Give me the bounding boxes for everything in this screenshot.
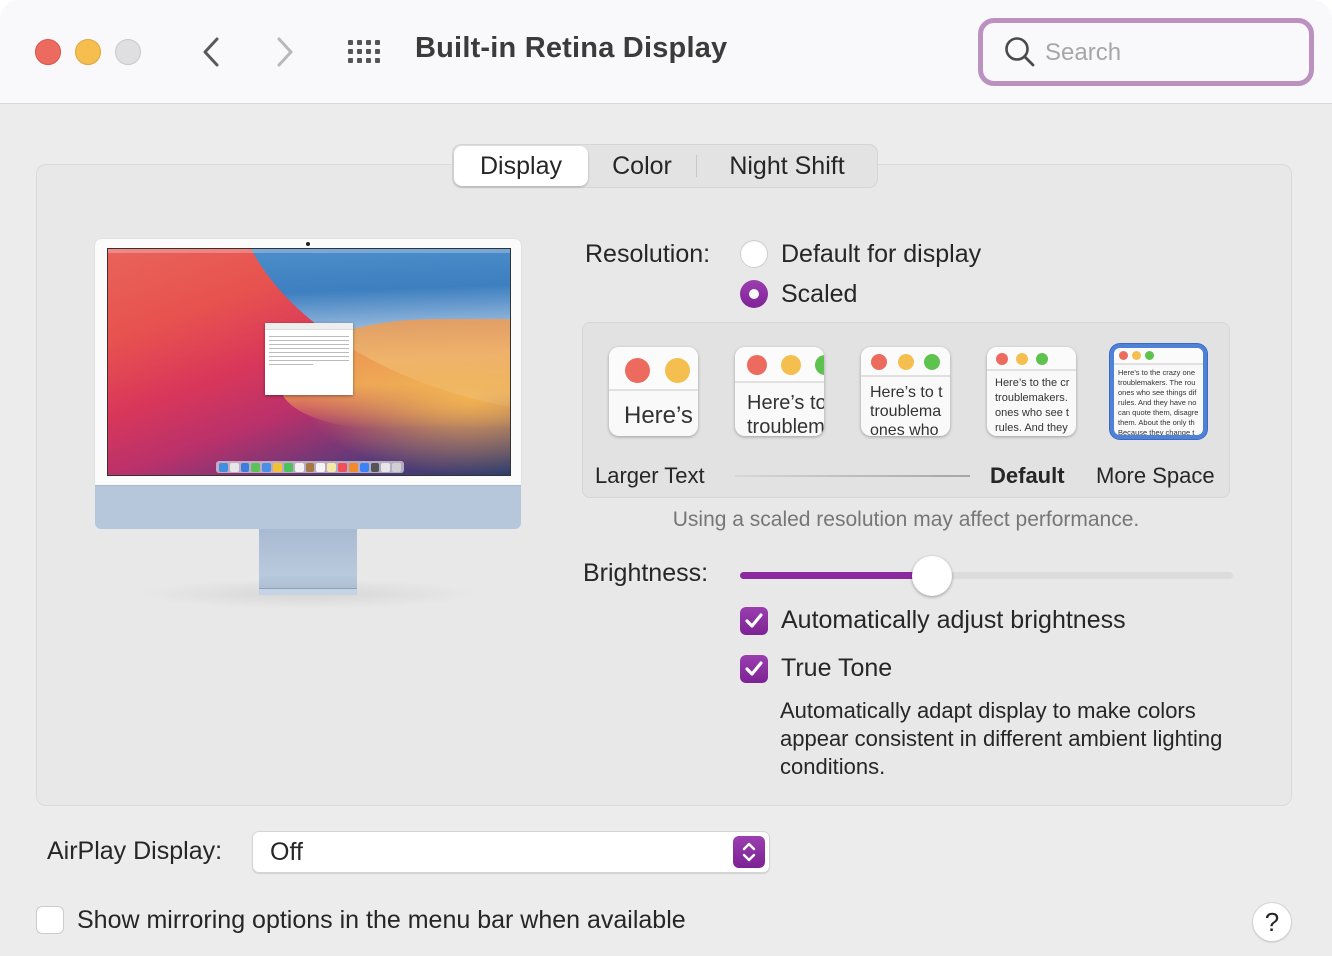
close-window-button[interactable] — [35, 39, 61, 65]
dock-app-icon — [338, 462, 347, 472]
imac-illustration — [95, 239, 521, 609]
zoom-window-button[interactable] — [115, 39, 141, 65]
search-input[interactable] — [1045, 36, 1295, 70]
airplay-display-popup[interactable]: Off — [252, 831, 770, 873]
dock-app-icon — [381, 462, 391, 472]
radio-scaled-label[interactable]: Scaled — [781, 280, 857, 309]
scale-preview-5-selected[interactable]: Here’s to the crazy one troublemakers. T… — [1110, 344, 1207, 439]
camera-dot — [306, 242, 310, 246]
mirroring-options-checkbox[interactable] — [36, 906, 64, 934]
tab-display[interactable]: Display — [454, 146, 588, 186]
mini-menu-bar — [108, 249, 510, 253]
dock-app-icon — [370, 462, 380, 472]
help-button[interactable]: ? — [1252, 902, 1292, 942]
scale-preview-2[interactable]: Here’s to troublem — [735, 347, 824, 436]
imac-screen-wallpaper — [107, 248, 511, 476]
dock-app-icon — [359, 462, 369, 472]
larger-text-label: Larger Text — [595, 463, 705, 488]
search-field[interactable] — [978, 18, 1314, 86]
scaled-resolution-note: Using a scaled resolution may affect per… — [672, 508, 1140, 531]
checkmark-icon — [745, 661, 763, 676]
airplay-display-value: Off — [270, 838, 303, 866]
tab-color[interactable]: Color — [588, 146, 696, 186]
radio-default-for-display-label[interactable]: Default for display — [781, 240, 981, 269]
back-button[interactable] — [196, 32, 226, 72]
show-all-button[interactable] — [346, 38, 386, 66]
scale-divider-line — [735, 475, 970, 477]
auto-brightness-label[interactable]: Automatically adjust brightness — [781, 606, 1126, 635]
dock-app-icon — [327, 462, 337, 472]
resolution-label: Resolution: — [585, 240, 711, 268]
dock-app-icon — [392, 462, 402, 472]
minimize-window-button[interactable] — [75, 39, 101, 65]
popup-arrows-icon — [733, 836, 765, 868]
title-bar: Built-in Retina Display — [0, 0, 1332, 104]
preview-text: Here’s to the cr troublemakers. ones who… — [995, 377, 1070, 434]
mini-document-window — [265, 323, 353, 395]
scale-preview-4[interactable]: Here’s to the cr troublemakers. ones who… — [987, 347, 1076, 436]
preview-text: Here’s — [624, 402, 693, 429]
default-label: Default — [990, 463, 1065, 488]
dock-app-icon — [229, 462, 239, 472]
tab-night-shift[interactable]: Night Shift — [697, 146, 877, 186]
preview-text: Here’s to the crazy one troublemakers. T… — [1118, 368, 1199, 437]
dock-app-icon — [273, 462, 282, 472]
dock-app-icon — [316, 462, 326, 472]
forward-button[interactable] — [270, 32, 300, 72]
dock-app-icon — [219, 462, 228, 472]
true-tone-label[interactable]: True Tone — [781, 654, 892, 683]
dock-app-icon — [262, 462, 272, 472]
imac-display-bezel — [95, 239, 521, 485]
brightness-slider-knob[interactable] — [912, 556, 952, 596]
true-tone-checkbox[interactable] — [740, 655, 768, 683]
dock-app-icon — [240, 462, 250, 472]
true-tone-description: Automatically adapt display to make colo… — [780, 698, 1223, 779]
dock-app-icon — [348, 462, 358, 472]
imac-foot — [259, 588, 357, 595]
preview-text: Here’s to troublem — [747, 392, 824, 436]
system-preferences-window: Built-in Retina Display Display Color Ni… — [0, 0, 1332, 956]
scale-preview-3[interactable]: Here’s to t troublema ones who — [861, 347, 950, 436]
auto-brightness-checkbox[interactable] — [740, 607, 768, 635]
radio-default-for-display[interactable] — [740, 240, 768, 268]
imac-stand — [259, 529, 357, 595]
dock-app-icon — [283, 462, 293, 472]
dock-app-icon — [251, 462, 261, 472]
mini-dock — [216, 461, 404, 473]
preview-text: Here’s to t troublema ones who — [870, 384, 943, 436]
airplay-display-label: AirPlay Display: — [47, 837, 223, 865]
window-title: Built-in Retina Display — [415, 32, 728, 64]
brightness-label: Brightness: — [583, 559, 709, 587]
dock-app-icon — [305, 462, 315, 472]
tab-bar: Display Color Night Shift — [452, 144, 878, 188]
more-space-label: More Space — [1096, 463, 1215, 488]
brightness-slider[interactable] — [740, 556, 1233, 596]
chevron-right-icon — [277, 37, 293, 67]
imac-chin — [95, 485, 521, 529]
mirroring-options-label[interactable]: Show mirroring options in the menu bar w… — [77, 906, 686, 935]
brightness-fill — [740, 572, 932, 579]
radio-scaled[interactable] — [740, 280, 768, 308]
search-icon — [1005, 37, 1035, 67]
checkmark-icon — [745, 613, 763, 628]
dock-app-icon — [294, 462, 304, 472]
chevron-left-icon — [203, 37, 219, 67]
scale-preview-1[interactable]: Here’s — [609, 347, 698, 436]
